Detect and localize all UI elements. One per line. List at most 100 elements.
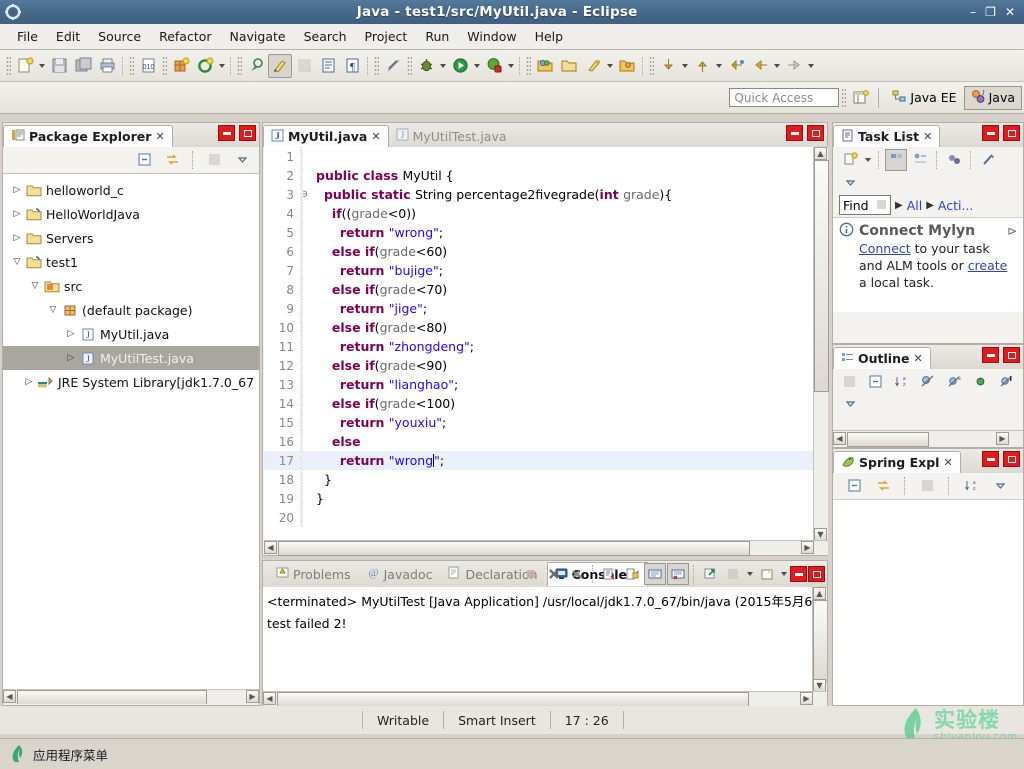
tree-item-src[interactable]: ▽ src (3, 274, 259, 298)
terminate-icon[interactable] (520, 563, 542, 585)
code-line-current[interactable]: 17 return "wrong"; (264, 451, 814, 470)
menu-help[interactable]: Help (526, 26, 573, 47)
filter-activate-link[interactable]: Acti... (938, 198, 974, 213)
code-editor[interactable]: 1 2 public class MyUtil { 3 ⊖ public stati… (264, 147, 829, 556)
toolbar-grip[interactable] (649, 55, 654, 76)
minimize-editor-button[interactable] (786, 125, 803, 141)
code-line[interactable]: 4 if((grade<0)) (264, 204, 814, 223)
chevron-down-icon[interactable]: ▽ (45, 305, 61, 315)
chevron-right-icon[interactable]: ▷ (9, 185, 25, 195)
view-menu-icon[interactable] (231, 149, 253, 171)
remove-all-terminated-icon[interactable] (566, 563, 588, 585)
create-link[interactable]: create (968, 258, 1008, 273)
tree-item-servers[interactable]: ▷ Servers (3, 226, 259, 250)
expand-icon[interactable]: ⊳ (1007, 224, 1017, 238)
scroll-up-arrow[interactable]: ▲ (813, 587, 826, 600)
hide-static-icon[interactable]: S (944, 371, 965, 393)
tab-spring-explorer[interactable]: Spring Expl ✕ (833, 451, 961, 473)
scroll-left-arrow[interactable]: ◀ (264, 541, 277, 554)
close-icon[interactable]: ✕ (913, 352, 922, 365)
chevron-right-icon[interactable]: ▷ (9, 209, 25, 219)
close-icon[interactable]: ✕ (923, 130, 932, 143)
link-with-editor-icon[interactable] (381, 54, 405, 78)
tree-item-jre-system-library[interactable]: ▷ JRE System Library [jdk1.7.0_67 (3, 370, 259, 394)
code-line[interactable]: 14 else if(grade<100) (264, 394, 814, 413)
open-task-icon[interactable] (316, 54, 340, 78)
tab-package-explorer[interactable]: Package Explorer ✕ (3, 125, 173, 147)
code-line[interactable]: 10 else if(grade<80) (264, 318, 814, 337)
hscroll-thumb[interactable] (17, 690, 207, 704)
tree-item-helloworld_c[interactable]: ▷ helloworld_c (3, 178, 259, 202)
code-line[interactable]: 13 return "lianghao"; (264, 375, 814, 394)
tab-javadoc[interactable]: @ Javadoc (360, 562, 440, 586)
minimize-view-button[interactable] (982, 451, 999, 467)
skip-all-breakpoints-icon[interactable] (292, 54, 316, 78)
run-icon[interactable] (448, 54, 472, 78)
open-folder-icon[interactable] (557, 54, 581, 78)
collapse-all-icon[interactable] (843, 475, 865, 497)
console-hscrollbar[interactable]: ◀ ▶ (263, 691, 827, 706)
chevron-right-icon[interactable]: ▷ (63, 353, 79, 363)
outline-hscrollbar[interactable]: ◀ ▶ (833, 430, 1023, 447)
filter-icon[interactable] (916, 475, 938, 497)
new-java-project-icon[interactable] (533, 54, 557, 78)
tab-problems[interactable]: Problems (269, 562, 358, 586)
console-vscrollbar[interactable]: ▲ ▼ (812, 587, 827, 706)
view-menu-icon[interactable] (989, 475, 1011, 497)
tab-task-list[interactable]: Task List ✕ (833, 125, 941, 147)
collapse-all-icon[interactable] (865, 371, 886, 393)
focus-on-active-task-icon[interactable] (839, 371, 860, 393)
minimize-view-button[interactable] (982, 347, 999, 363)
chevron-right-icon[interactable]: ▷ (21, 377, 37, 387)
scheduled-presentation-icon[interactable] (909, 149, 931, 171)
chevron-down-icon[interactable]: ▽ (9, 257, 25, 267)
next-annotation-icon[interactable] (656, 54, 680, 78)
focus-on-workweek-icon[interactable] (977, 149, 999, 171)
vscroll-thumb[interactable] (814, 160, 829, 392)
code-line[interactable]: 19} (264, 489, 814, 508)
connect-link[interactable]: Connect (859, 241, 911, 256)
code-line[interactable]: 1 (264, 147, 814, 166)
scroll-lock-icon[interactable] (621, 563, 643, 585)
tree-item-default-package[interactable]: ▽ (default package) (3, 298, 259, 322)
package-explorer-hscrollbar[interactable]: ◀ ▶ (3, 689, 259, 704)
editor-vscrollbar[interactable]: ▲ ▼ (813, 147, 829, 541)
toolbar-grip[interactable] (526, 55, 531, 76)
console-output[interactable]: <terminated> MyUtilTest [Java Applicatio… (263, 587, 827, 706)
code-lines[interactable]: 1 2 public class MyUtil { 3 ⊖ public stati… (264, 147, 814, 541)
perspective-java[interactable]: J Java (963, 85, 1022, 110)
open-perspective-icon[interactable] (848, 86, 872, 110)
code-line[interactable]: 12 else if(grade<90) (264, 356, 814, 375)
back-icon[interactable] (748, 54, 772, 78)
scroll-right-arrow[interactable]: ▶ (801, 541, 814, 554)
external-tools-icon[interactable] (482, 54, 506, 78)
minimize-console-button[interactable] (790, 566, 807, 582)
editor-tab-myutil[interactable]: J MyUtil.java ✕ (263, 125, 389, 147)
search-dropdown[interactable] (605, 56, 615, 76)
save-all-icon[interactable] (71, 54, 95, 78)
tree-item-helloworldjava[interactable]: ▷ HelloWorldJava (3, 202, 259, 226)
toolbar-grip[interactable] (374, 55, 379, 76)
show-console-on-error-icon[interactable] (667, 563, 689, 585)
menu-edit[interactable]: Edit (47, 26, 89, 47)
menu-search[interactable]: Search (295, 26, 356, 47)
toolbar-grip[interactable] (6, 55, 11, 76)
maximize-view-button[interactable] (239, 125, 256, 141)
close-icon[interactable]: ✕ (943, 456, 952, 469)
code-line[interactable]: 20 (264, 508, 814, 527)
view-menu-icon[interactable] (839, 172, 861, 194)
code-line[interactable]: 18 } (264, 470, 814, 489)
tree-item-myutiltest-java[interactable]: ▷ J MyUtilTest.java (3, 346, 259, 370)
application-menu-button[interactable]: 应用程序菜单 (0, 744, 108, 765)
tab-outline[interactable]: Outline ✕ (833, 347, 931, 369)
code-line[interactable]: 16 else (264, 432, 814, 451)
close-icon[interactable]: ✕ (155, 130, 164, 143)
quick-access-input[interactable]: Quick Access (729, 88, 840, 107)
find-input[interactable]: Find (839, 195, 891, 215)
maximize-view-button[interactable] (1003, 125, 1020, 141)
new-wizard-icon[interactable] (13, 54, 37, 78)
chevron-right-icon[interactable]: ▷ (9, 233, 25, 243)
chevron-down-icon[interactable]: ▽ (27, 281, 43, 291)
toolbar-grip[interactable] (237, 55, 242, 76)
editor-tab-myutiltest[interactable]: J MyUtilTest.java (389, 125, 514, 147)
